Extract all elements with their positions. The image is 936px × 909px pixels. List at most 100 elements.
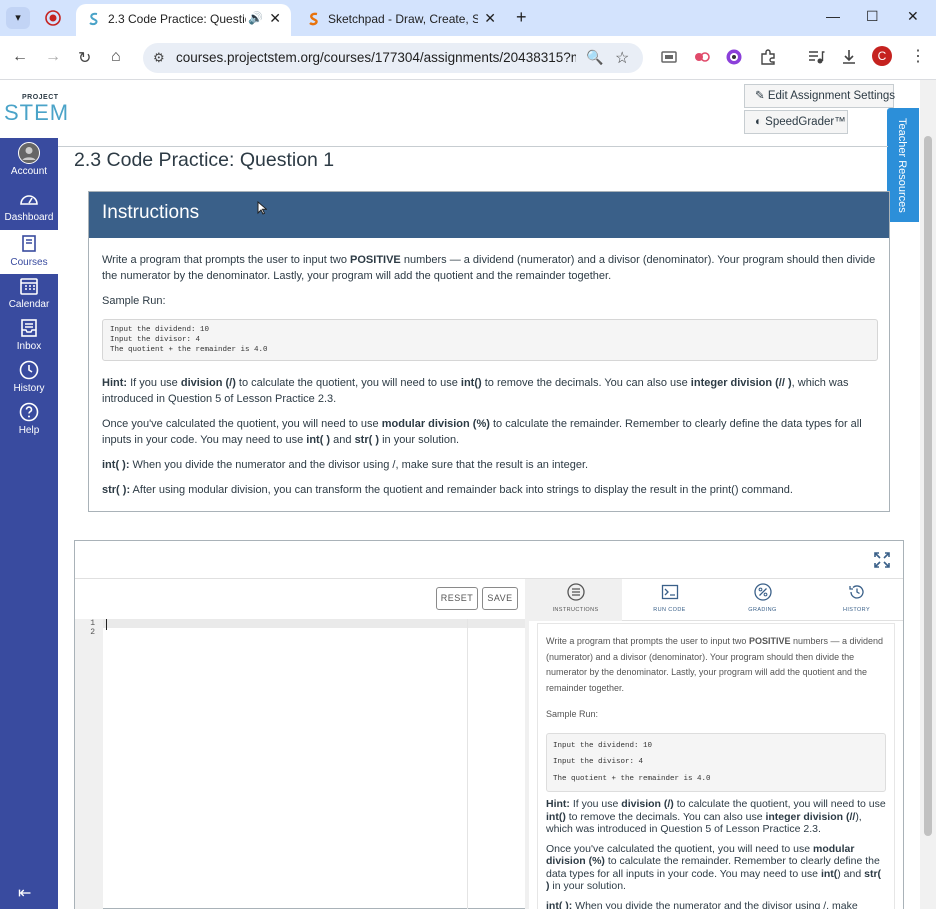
bookmark-star-icon[interactable]: ☆ [615,48,629,68]
sidebar-item-label: Calendar [8,299,50,310]
sidebar-item-account[interactable]: Account [0,142,58,184]
download-icon[interactable] [840,48,858,66]
tab-title: 2.3 Code Practice: Question [108,12,246,26]
sidebar-item-courses[interactable]: Courses [0,230,58,274]
profile-avatar[interactable]: C [872,46,892,66]
text-bold: division (/) [180,377,236,389]
new-tab-icon[interactable]: + [516,7,527,28]
scrollbar-thumb[interactable] [924,136,932,836]
text: in your solution. [549,880,626,892]
save-button[interactable]: SAVE [482,587,518,610]
reload-icon[interactable]: ↻ [78,48,91,68]
projectstem-logo[interactable]: PROJECT STEM [4,94,68,125]
text: to calculate the quotient, you will need… [235,377,461,389]
fullscreen-expand-icon[interactable] [873,551,891,569]
text: Once you've calculated the quotient, you… [546,842,814,855]
instructions-body: Write a program that prompts the user to… [102,252,878,507]
tab-title: Sketchpad - Draw, Create, Share [328,12,478,26]
text-bold: str( ): [102,484,131,496]
window-close-icon[interactable]: ✕ [907,8,919,25]
sidebar-item-dashboard[interactable]: Dashboard [0,188,58,230]
global-nav-sidebar: Account Dashboard Courses Calendar Inbox… [0,138,58,909]
courses-book-icon [22,235,36,252]
text: to remove the decimals. You can also use [481,377,691,389]
browser-tab-active[interactable]: 2.3 Code Practice: Question 🔊 ✕ [76,4,291,36]
sidebar-item-history[interactable]: History [0,359,58,401]
help-question-icon [19,402,39,422]
info-pane: INSTRUCTIONS RUN CODE GRADING HISTORY Wr… [529,579,903,909]
calendar-icon [20,278,38,295]
zoom-icon[interactable]: 🔍 [586,49,603,66]
history-clock-icon [19,360,39,380]
page-scrollbar[interactable] [920,80,936,909]
chevron-down-icon: ▾ [15,12,21,24]
text: Write a program that prompts the user to… [546,636,749,646]
instructions-header: Instructions [89,192,889,238]
tab-instructions[interactable]: INSTRUCTIONS [529,579,622,621]
sample-run-label: Sample Run: [102,295,166,307]
tab-grading[interactable]: GRADING [716,579,809,621]
edit-assignment-settings-button[interactable]: ✎ Edit Assignment Settings [744,84,895,108]
hint-paragraph: Hint: If you use division (/) to calcula… [102,375,878,407]
speedgrader-button[interactable]: ◐ SpeedGrader™ [744,110,848,134]
collapse-nav-icon[interactable]: ⇤ [18,883,31,903]
maximize-icon[interactable]: ☐ [866,8,879,25]
instructions-content: Write a program that prompts the user to… [537,623,895,909]
text: ) and [837,867,865,880]
sketchpad-favicon-icon [309,12,318,26]
menu-kebab-icon[interactable]: ⋮ [910,46,926,66]
text-bold: modular division (%) [381,418,490,430]
text-bold: integer division (// [765,810,856,823]
text-bold: int() [460,377,482,389]
hint-label: Hint: [546,798,570,810]
text: in your solution. [379,434,460,446]
text-bold: integer division (// ) [690,377,792,389]
tab-history[interactable]: HISTORY [810,579,903,621]
url-text[interactable]: courses.projectstem.org/courses/177304/a… [176,50,576,65]
extension-icon[interactable] [693,48,711,66]
sidebar-item-help[interactable]: Help [0,401,58,443]
home-icon[interactable]: ⌂ [111,48,121,66]
text: Once you've calculated the quotient, you… [102,418,382,430]
projectstem-favicon-icon [89,12,98,26]
code-input-area[interactable] [103,619,525,628]
print-margin [467,619,468,909]
instructions-paragraph: Write a program that prompts the user to… [546,634,886,696]
forward-icon[interactable]: → [45,48,61,66]
browser-toolbar: ← → ↻ ⌂ ⚙ courses.projectstem.org/course… [0,36,936,80]
media-control-icon[interactable] [807,48,825,66]
site-info-icon[interactable]: ⚙ [153,50,165,66]
minimize-icon[interactable]: — [826,8,840,24]
browser-tab-inactive[interactable]: Sketchpad - Draw, Create, Share ✕ [296,4,506,36]
cast-icon[interactable] [660,48,678,66]
text: to remove the decimals. You can also use [565,810,766,823]
reset-button[interactable]: RESET [436,587,478,610]
sidebar-item-label: Account [10,166,48,177]
address-bar[interactable]: ⚙ courses.projectstem.org/courses/177304… [143,43,643,73]
color-extension-icon[interactable] [725,48,743,66]
puzzle-icon[interactable] [759,48,777,66]
tab-run-code[interactable]: RUN CODE [623,579,716,621]
text-bold: POSITIVE [748,636,791,646]
sidebar-item-calendar[interactable]: Calendar [0,275,58,317]
text: Write a program that prompts the user to… [102,254,351,266]
tab-label: HISTORY [842,607,871,613]
sidebar-item-label: Help [18,425,40,436]
back-icon[interactable]: ← [12,48,28,66]
percent-icon [753,583,772,601]
list-icon [566,583,585,601]
instructions-panel: Instructions Write a program that prompt… [88,191,890,512]
tab-search-button[interactable]: ▾ [6,7,30,29]
close-tab-icon[interactable]: ✕ [269,10,281,27]
close-tab-icon[interactable]: ✕ [484,10,496,27]
header-divider [58,146,888,147]
info-pane-tabs: INSTRUCTIONS RUN CODE GRADING HISTORY [529,579,903,621]
record-icon[interactable] [44,9,62,27]
sidebar-item-label: Courses [10,257,48,268]
mouse-cursor-icon [257,201,267,215]
speaker-icon[interactable]: 🔊 [248,11,263,25]
logo-big-text: STEM [4,100,70,125]
text: When you divide the numerator and the di… [572,899,858,909]
sidebar-item-inbox[interactable]: Inbox [0,317,58,359]
teacher-resources-tab[interactable]: Teacher Resources [887,108,919,222]
